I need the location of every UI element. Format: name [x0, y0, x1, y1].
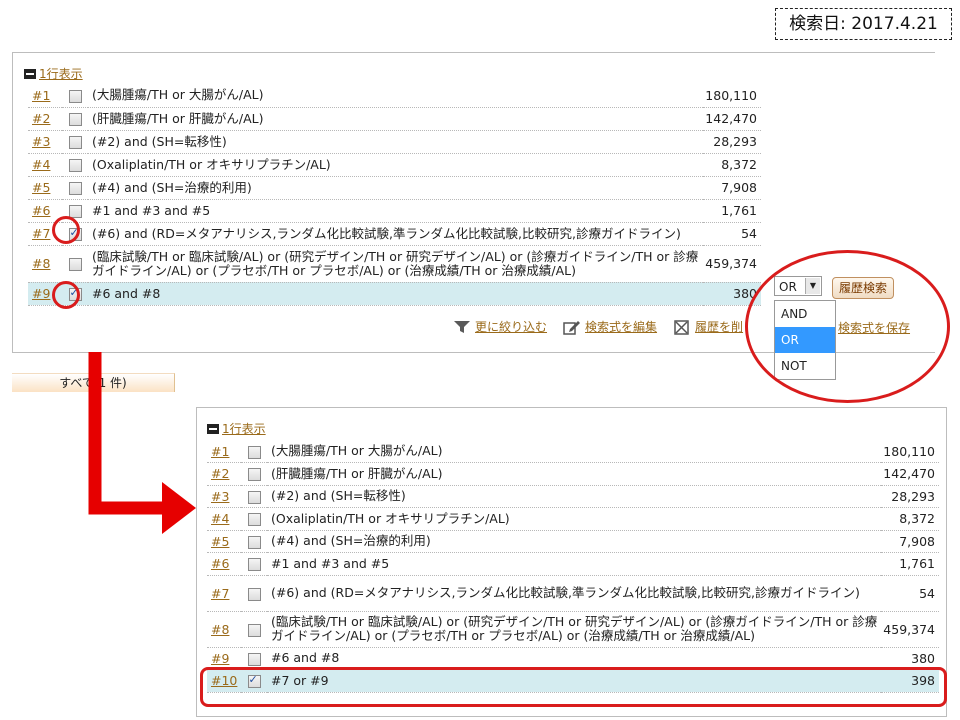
- flow-arrow-icon: [88, 352, 196, 534]
